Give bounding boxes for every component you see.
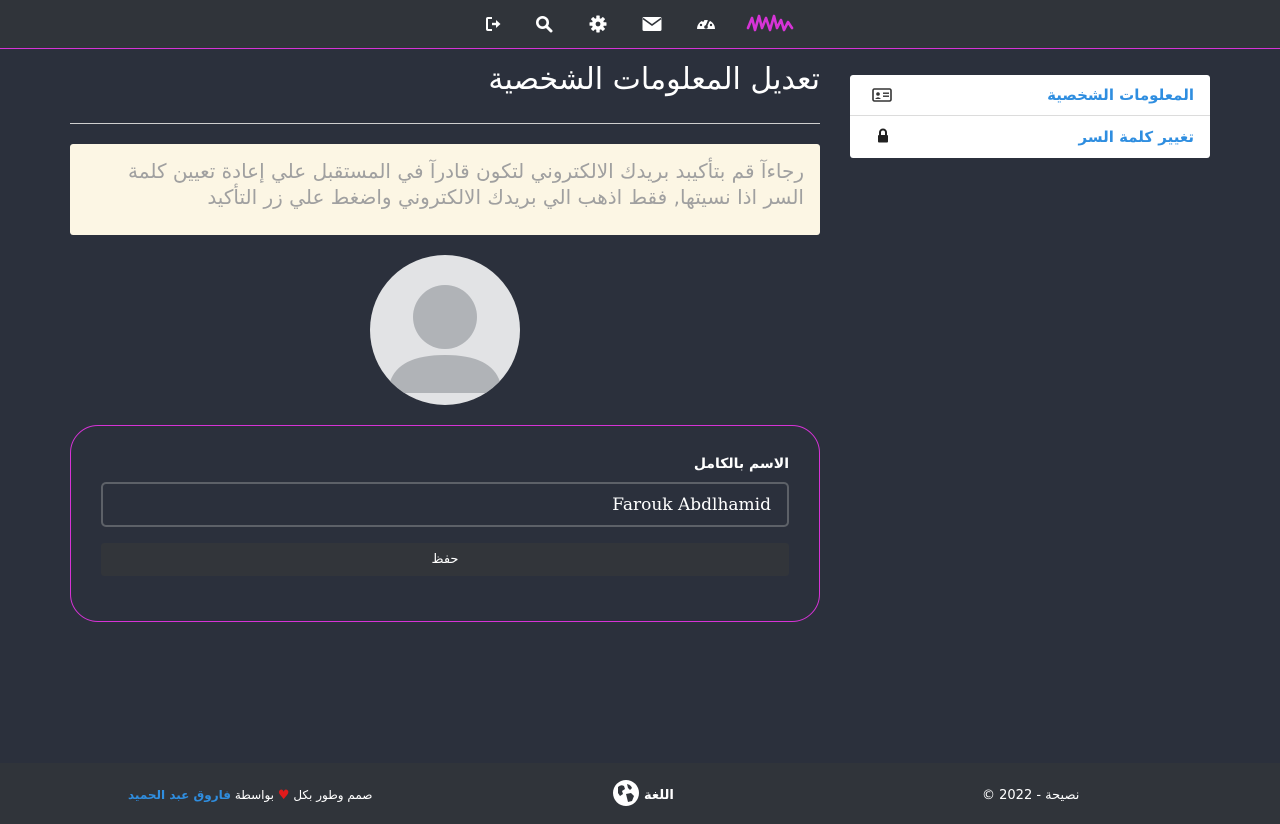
- copyright-text: © 2022 - نصيحة: [982, 788, 1080, 803]
- footer-credit: صمم وطور بكل ♥ بواسطة فاروق عبد الحميد: [128, 788, 372, 803]
- language-label: اللغة: [644, 787, 674, 803]
- top-navbar: [0, 0, 1280, 49]
- full-name-input[interactable]: [101, 482, 789, 527]
- gear-icon[interactable]: [588, 14, 608, 34]
- credit-prefix: صمم وطور بكل: [293, 788, 373, 802]
- settings-sidebar: المعلومات الشخصية تغيير كلمة السر: [850, 75, 1210, 158]
- globe-icon: [612, 779, 640, 811]
- default-user-icon: [388, 285, 502, 393]
- sidebar-item-label: تغيير كلمة السر: [1078, 128, 1195, 146]
- sidebar-item-personal-info[interactable]: المعلومات الشخصية: [850, 75, 1210, 116]
- brand-logo-icon[interactable]: [746, 12, 794, 36]
- full-name-label: الاسم بالكامل: [693, 456, 789, 472]
- search-icon[interactable]: [534, 14, 554, 34]
- email-verification-alert: رجاءآ قم بتأكيبد بريدك الالكتروني لتكون …: [70, 144, 820, 235]
- footer: صمم وطور بكل ♥ بواسطة فاروق عبد الحميد ا…: [0, 763, 1280, 824]
- page-title: تعديل المعلومات الشخصية: [488, 62, 820, 97]
- credit-by: بواسطة: [234, 788, 275, 802]
- language-switcher[interactable]: اللغة: [612, 779, 674, 811]
- sidebar-item-label: المعلومات الشخصية: [1047, 86, 1194, 104]
- heart-icon: ♥: [277, 788, 290, 803]
- lock-icon: [877, 128, 889, 148]
- author-link[interactable]: فاروق عبد الحميد: [128, 788, 231, 802]
- profile-form: الاسم بالكامل حفظ: [70, 425, 820, 622]
- envelope-icon[interactable]: [642, 14, 662, 34]
- dashboard-icon[interactable]: [696, 14, 716, 34]
- sidebar-item-change-password[interactable]: تغيير كلمة السر: [850, 116, 1210, 158]
- id-card-icon: [872, 87, 892, 107]
- avatar[interactable]: [370, 255, 520, 405]
- title-divider: [70, 123, 820, 124]
- logout-icon[interactable]: [484, 14, 504, 34]
- save-button[interactable]: حفظ: [101, 543, 789, 576]
